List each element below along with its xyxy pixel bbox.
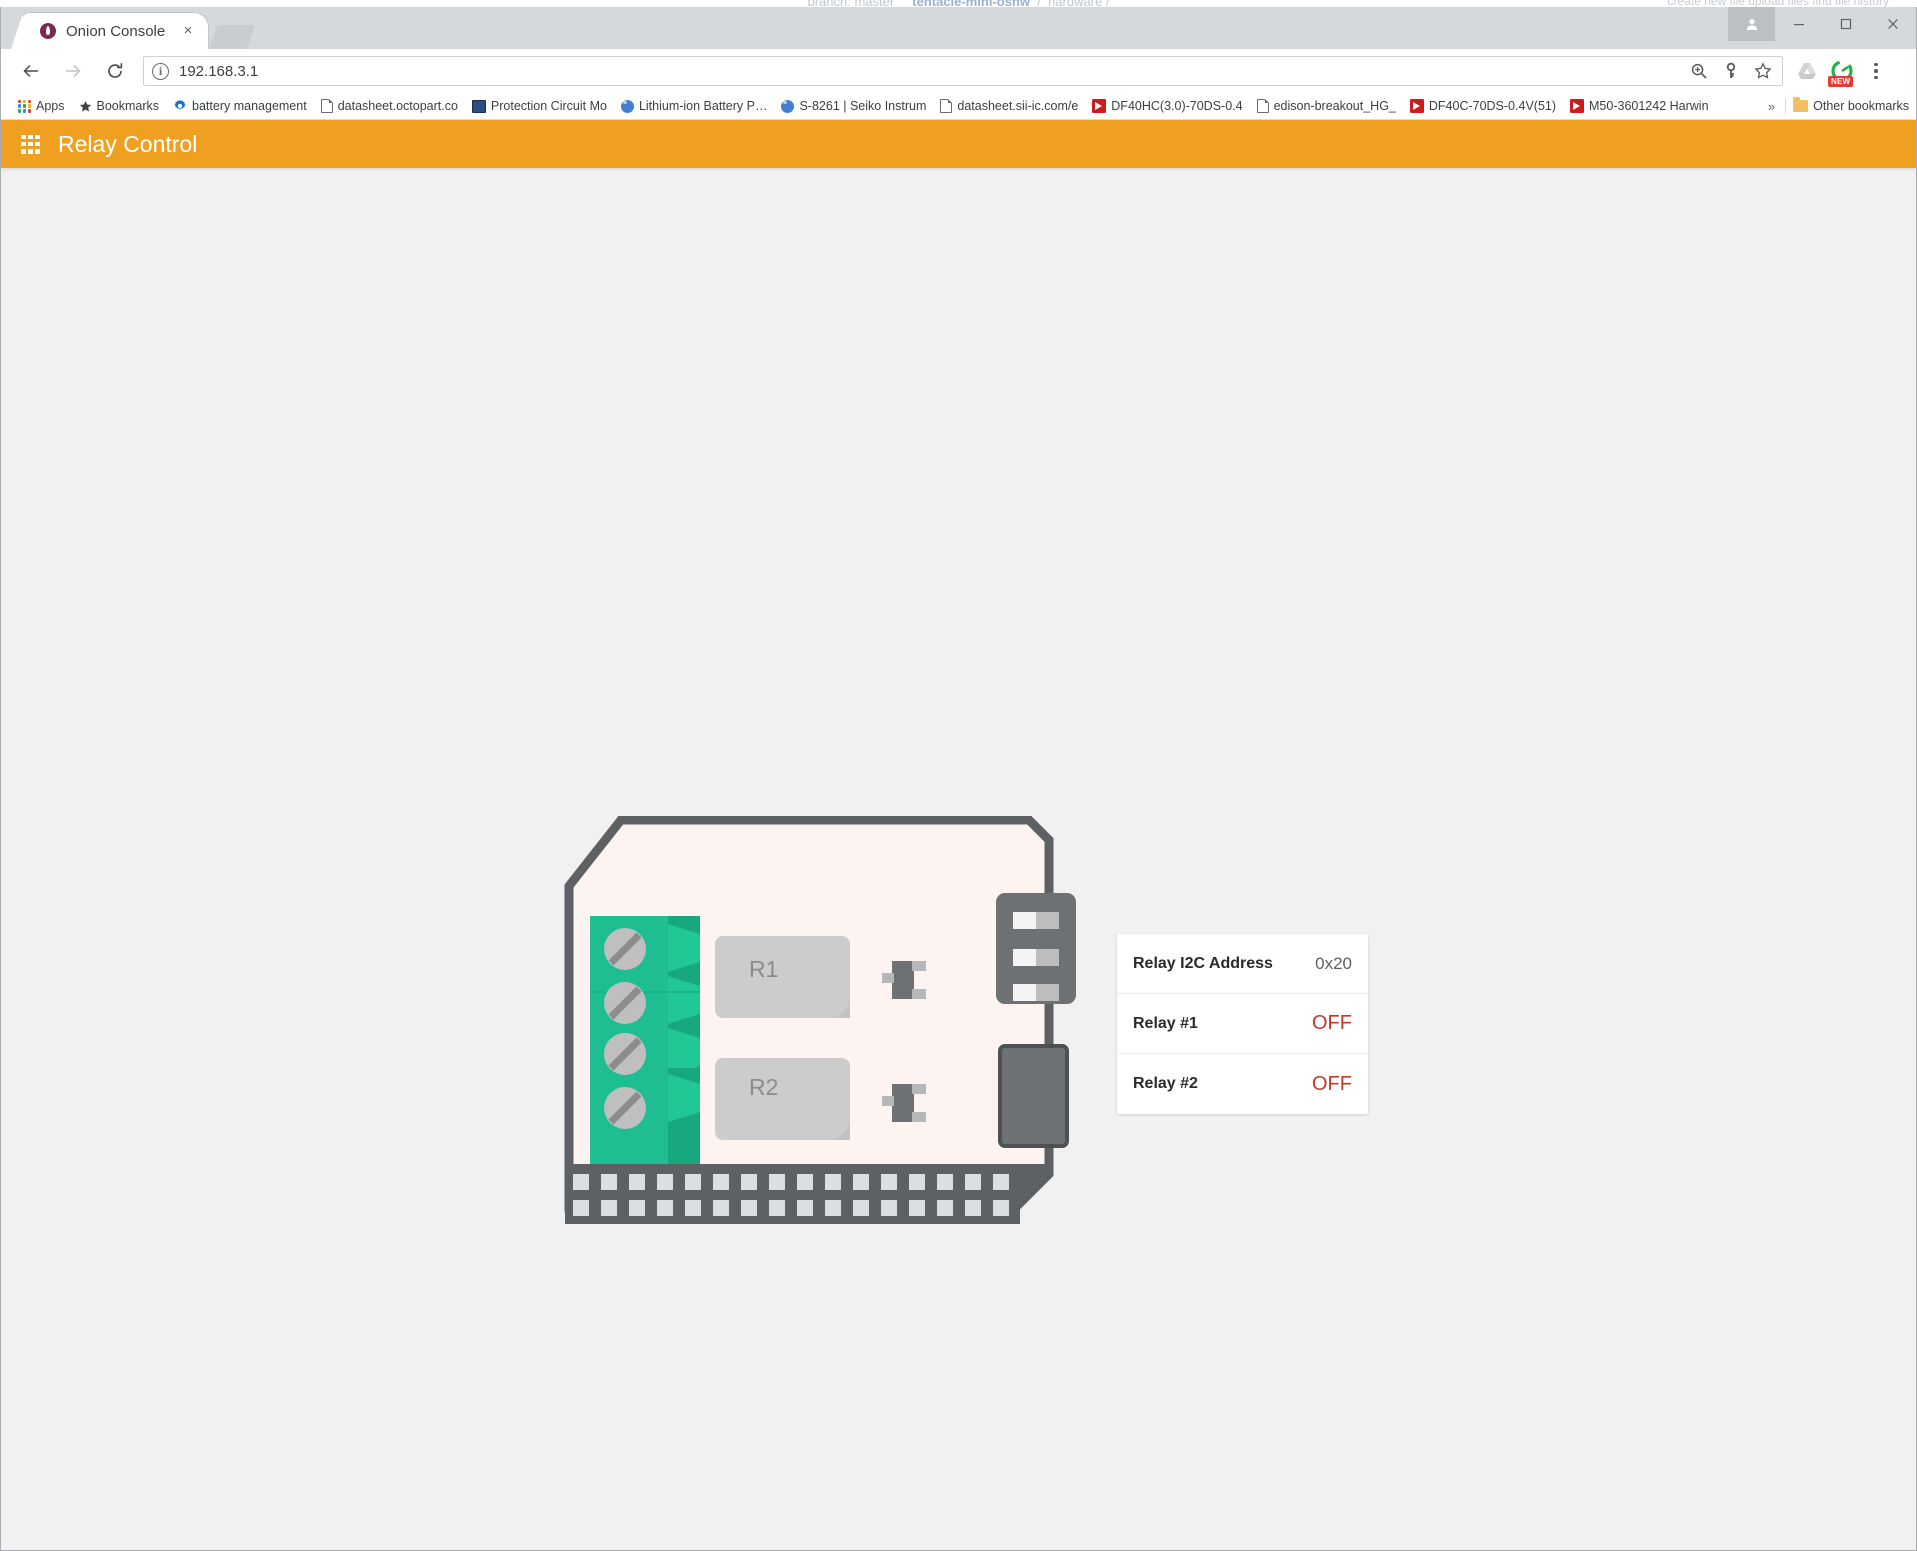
bookmark-lithium-ion-battery[interactable]: Lithium-ion Battery P… — [614, 95, 775, 118]
omnibox-icons — [1690, 62, 1774, 80]
bookmark-label: edison-breakout_HG_ — [1274, 99, 1396, 113]
tab-strip: Onion Console × — [1, 7, 1916, 49]
star-icon — [79, 100, 92, 113]
bookmark-label: Apps — [36, 99, 65, 113]
close-icon[interactable]: × — [180, 23, 196, 39]
bookmark-datasheet-sii-ic[interactable]: datasheet.sii-ic.com/e — [933, 95, 1085, 118]
ic-chip — [1000, 1046, 1067, 1146]
relay-1-row[interactable]: Relay #1 OFF — [1117, 994, 1368, 1054]
bookmark-protection-circuit[interactable]: Protection Circuit Mo — [465, 95, 614, 118]
zoom-icon[interactable] — [1690, 62, 1708, 80]
red-arrow-icon — [1410, 99, 1424, 113]
maximize-icon[interactable] — [1822, 7, 1869, 41]
bookmark-battery-management[interactable]: battery management — [166, 95, 314, 118]
bookmark-label: DF40C-70DS-0.4V(51) — [1429, 99, 1556, 113]
bookmark-label: datasheet.sii-ic.com/e — [957, 99, 1078, 113]
address-bar[interactable]: i 192.168.3.1 — [143, 56, 1783, 86]
bookmark-m50-harwin[interactable]: M50-3601242 Harwin — [1563, 95, 1716, 118]
bookmark-datasheet-octopart[interactable]: datasheet.octopart.co — [314, 95, 465, 118]
bookmark-df40hc[interactable]: DF40HC(3.0)-70DS-0.4 — [1085, 95, 1249, 118]
blue-square-icon — [472, 100, 486, 113]
apps-grid-icon[interactable] — [21, 135, 40, 154]
relay-row-label: Relay #1 — [1133, 1015, 1198, 1033]
relay-i2c-address-row: Relay I2C Address 0x20 — [1117, 934, 1368, 994]
site-info-icon[interactable]: i — [152, 63, 169, 80]
bookmark-label: datasheet.octopart.co — [338, 99, 458, 113]
bookmark-label: battery management — [192, 99, 307, 113]
back-arrow-icon[interactable] — [13, 53, 49, 89]
page-content: R1 R2 Relay I2C Address 0x20 Relay #1 OF… — [1, 168, 1916, 1550]
tab-onion-console[interactable]: Onion Console × — [23, 13, 208, 49]
bookmark-s8261-seiko[interactable]: S-8261 | Seiko Instrum — [774, 95, 933, 118]
chevron-double-right-icon[interactable]: » — [1758, 99, 1785, 114]
bookmark-bookmarks[interactable]: Bookmarks — [72, 95, 167, 118]
pin-header — [565, 1164, 1049, 1224]
red-arrow-icon — [1092, 99, 1106, 113]
reload-icon[interactable] — [97, 53, 133, 89]
extension-icon[interactable]: NEW — [1831, 60, 1853, 82]
folder-icon — [1793, 100, 1808, 112]
bookmark-label: Protection Circuit Mo — [491, 99, 607, 113]
bookmark-edison-breakout[interactable]: edison-breakout_HG_ — [1250, 95, 1403, 118]
toolbar-extensions: NEW — [1783, 60, 1897, 82]
extension-new-badge: NEW — [1828, 76, 1853, 87]
relay-1-state-badge[interactable]: OFF — [1312, 1012, 1352, 1035]
relay-board-illustration: R1 R2 — [549, 816, 1101, 1228]
board-svg — [549, 816, 1101, 1228]
url-text[interactable]: 192.168.3.1 — [179, 63, 258, 80]
globe-icon — [781, 100, 794, 113]
bookmark-other-bookmarks[interactable]: Other bookmarks — [1786, 95, 1916, 118]
page-viewport: Relay Control — [1, 120, 1916, 1550]
bookmarks-overflow-area: » Other bookmarks — [1758, 95, 1916, 118]
relay-i2c-address-value: 0x20 — [1315, 954, 1352, 974]
apps-grid-icon — [18, 100, 31, 113]
bookmark-label: Other bookmarks — [1813, 99, 1909, 113]
document-icon — [1257, 99, 1269, 113]
onion-icon — [40, 23, 56, 39]
bookmark-label: DF40HC(3.0)-70DS-0.4 — [1111, 99, 1242, 113]
bookmarks-bar: Apps Bookmarks battery management datash… — [1, 93, 1916, 120]
gear-icon — [173, 99, 187, 113]
forward-arrow-icon — [55, 53, 91, 89]
relay-2-row[interactable]: Relay #2 OFF — [1117, 1054, 1368, 1114]
page-title: Relay Control — [58, 131, 197, 158]
bookmark-label: Bookmarks — [97, 99, 160, 113]
tab-title: Onion Console — [66, 23, 165, 40]
relay-row-label: Relay #2 — [1133, 1075, 1198, 1093]
terminal-block — [590, 916, 700, 1174]
browser-window: Onion Console × — [0, 7, 1917, 1551]
google-drive-icon[interactable] — [1797, 62, 1817, 80]
document-icon — [940, 99, 952, 113]
relay-status-panel: Relay I2C Address 0x20 Relay #1 OFF Rela… — [1117, 934, 1368, 1114]
window-controls — [1728, 7, 1916, 49]
document-icon — [321, 99, 333, 113]
star-icon[interactable] — [1754, 62, 1772, 80]
bookmark-apps[interactable]: Apps — [11, 95, 72, 118]
new-tab-button[interactable] — [209, 25, 255, 49]
bookmark-df40c[interactable]: DF40C-70DS-0.4V(51) — [1403, 95, 1563, 118]
globe-icon — [621, 100, 634, 113]
relay-1-body — [715, 936, 850, 1018]
minimize-icon[interactable] — [1775, 7, 1822, 41]
relay-2-state-badge[interactable]: OFF — [1312, 1073, 1352, 1096]
bookmark-label: M50-3601242 Harwin — [1589, 99, 1709, 113]
three-dot-menu-icon[interactable] — [1867, 63, 1885, 80]
profile-icon[interactable] — [1728, 7, 1775, 41]
bookmark-label: S-8261 | Seiko Instrum — [799, 99, 926, 113]
relay-2-body — [715, 1058, 850, 1140]
red-arrow-icon — [1570, 99, 1584, 113]
close-icon[interactable] — [1869, 7, 1916, 41]
bookmark-label: Lithium-ion Battery P… — [639, 99, 768, 113]
relay-row-label: Relay I2C Address — [1133, 955, 1273, 973]
dip-switch — [996, 893, 1076, 1004]
app-header-bar: Relay Control — [1, 120, 1916, 168]
key-icon[interactable] — [1722, 62, 1740, 80]
browser-toolbar: i 192.168.3.1 NEW — [1, 49, 1916, 93]
